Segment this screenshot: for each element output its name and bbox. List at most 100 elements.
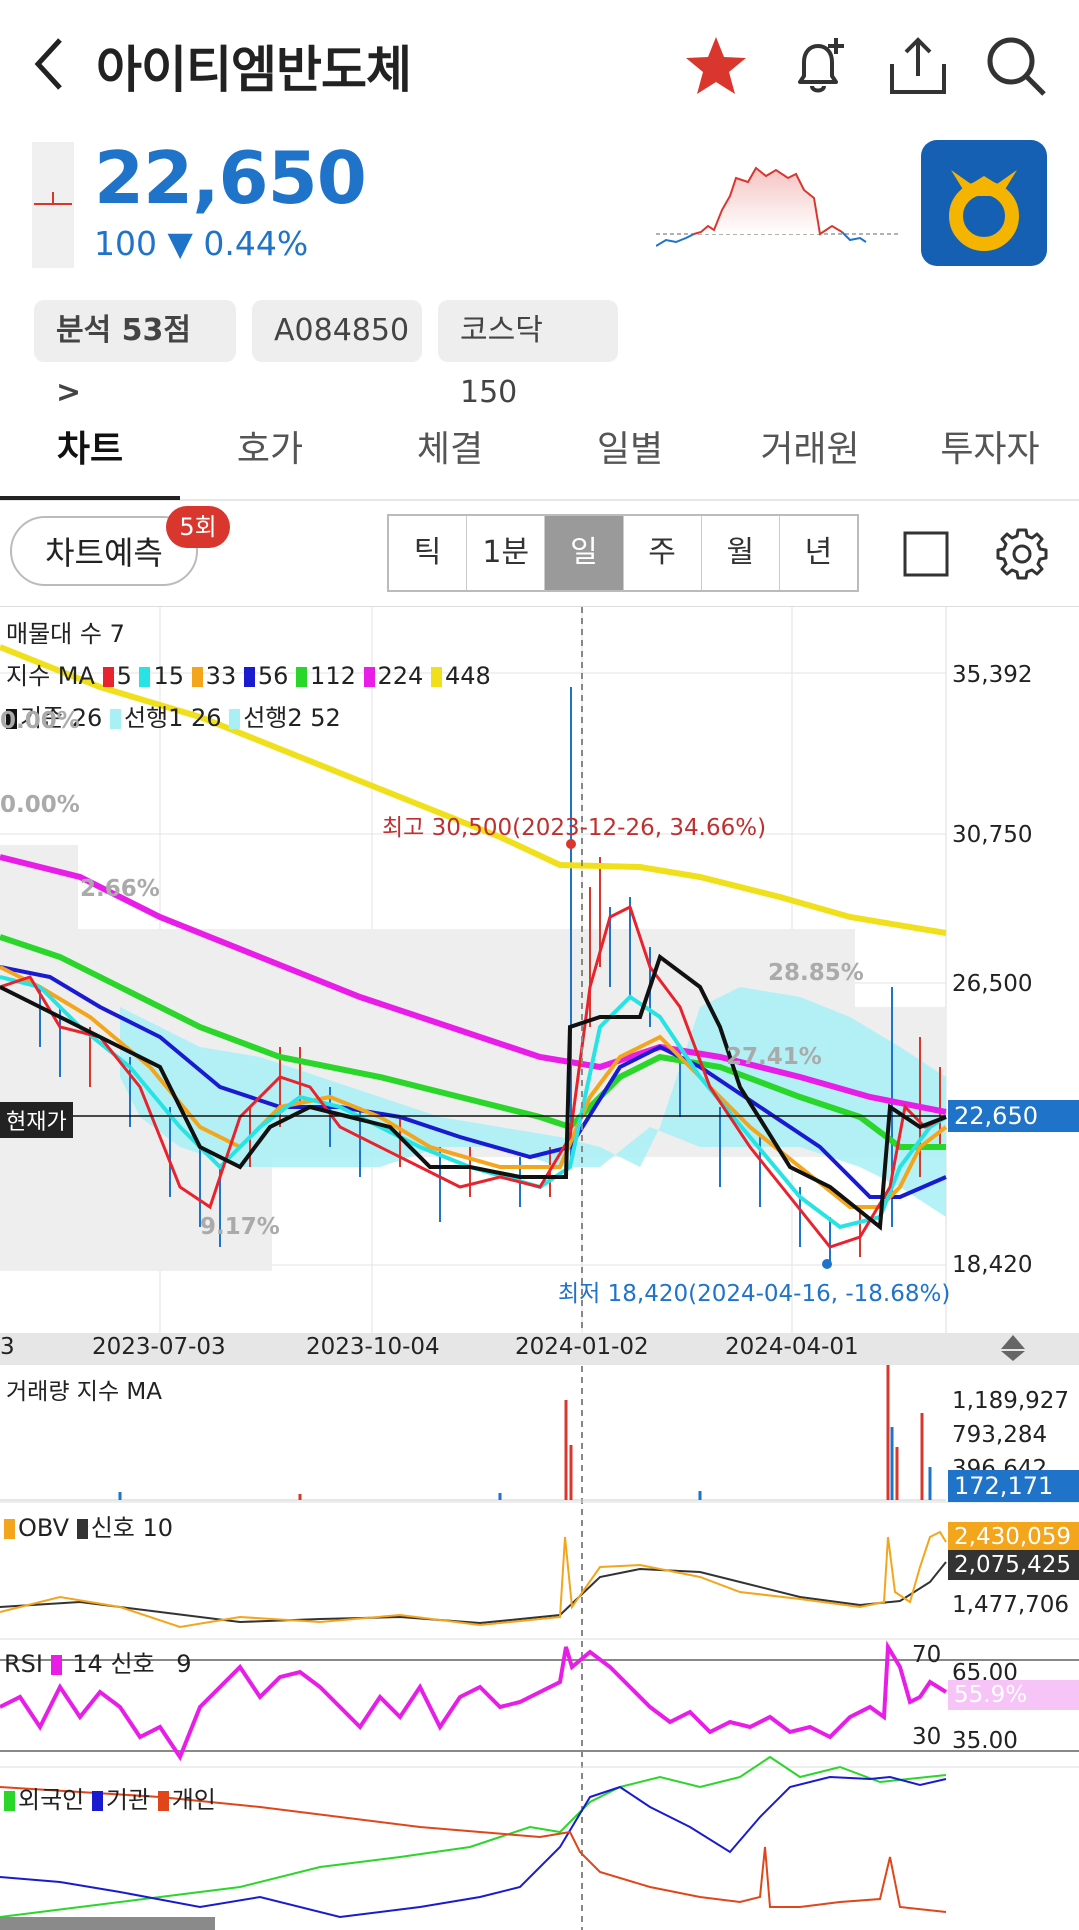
foreign-swatch [4,1791,15,1811]
obv-tick: 1,477,706 [952,1592,1070,1618]
intraday-sparkline [656,166,901,247]
obv-signal-tag: 2,075,425 [948,1550,1079,1580]
ma-112-swatch [296,667,308,687]
ma-legend[interactable]: 지수 MA 5 15 33 56 112 224 448 [6,656,491,691]
change-percent: ▼ 0.44% [167,224,309,263]
ma-56-label: 56 [257,662,289,690]
current-price-tag: 현재가 [0,1102,73,1138]
predict-count-badge: 5회 [166,506,230,548]
obv-signal-label: 신호 10 [90,1514,174,1542]
ma-15-swatch [139,667,151,687]
x-tick-4: 2024-04-01 [725,1334,859,1360]
period-day[interactable]: 일 [545,516,624,590]
scrollbar-thumb[interactable] [0,1917,215,1930]
change-value: 100 [94,224,157,263]
vp-label-6: 9.17% [200,1214,280,1240]
volume-profile-label: 매물대 수 7 [6,620,125,648]
y-tick-3: 26,500 [952,971,1033,997]
add-alert-bell-icon[interactable] [786,34,850,98]
settings-gear-icon[interactable] [994,526,1050,582]
obv-legend: OBV 신호 10 [4,1508,173,1543]
high-annotation: 최고 30,500(2023-12-26, 34.66%) [382,815,767,841]
search-icon[interactable] [984,34,1048,98]
obv-signal-swatch [76,1519,88,1539]
span2-swatch [229,709,241,729]
y-tick-2: 30,750 [952,822,1033,848]
span2-label: 선행2 52 [243,704,341,732]
ma-224-label: 224 [377,662,424,690]
institution-swatch [91,1791,103,1811]
ma-33-label: 33 [205,662,237,690]
index-chip[interactable]: 코스닥150 [438,300,618,410]
tab-brokers[interactable]: 거래원 [740,420,880,472]
period-year[interactable]: 년 [780,516,857,590]
foreign-label: 외국인 [18,1786,85,1814]
ma-33-swatch [191,667,203,687]
rsi-signal-period: 9 [176,1650,192,1678]
ma-5-swatch [102,667,114,687]
vp-label-1: 0.00% [0,708,80,734]
tab-orderbook[interactable]: 호가 [200,420,340,472]
rsi-swatch [50,1655,62,1675]
ma-56-swatch [243,667,255,687]
company-logo [921,140,1047,266]
share-icon[interactable] [886,34,950,98]
fullscreen-square-icon[interactable] [902,530,950,578]
ma-5-label: 5 [116,662,132,690]
obv-swatch [4,1519,15,1539]
rsi-level-70: 70 [912,1642,942,1668]
vp-label-3: 2.66% [80,876,160,902]
obv-current-tag: 2,430,059 [948,1522,1079,1552]
rsi-level-30: 30 [912,1724,942,1750]
page-title: 아이티엠반도체 [96,41,412,99]
obv-label: OBV [18,1514,70,1542]
investor-legend: 외국인 기관 개인 [4,1780,216,1815]
obv-line [0,1530,947,1629]
volume-tick-2: 793,284 [952,1422,1048,1448]
span1-label: 선행1 26 [123,704,222,732]
analysis-score-chip[interactable]: 분석 53점 > [34,300,236,410]
vp-label-2: 0.00% [0,792,80,818]
individual-label: 개인 [171,1786,216,1814]
rsi-legend: RSI 14 신호 9 [4,1644,192,1679]
y-tick-1: 35,392 [952,662,1033,688]
tab-investors[interactable]: 투자자 [920,420,1060,472]
period-selector[interactable]: 틱 1분 일 주 월 년 [387,514,859,592]
x-tick-2: 2023-10-04 [306,1334,440,1360]
tab-chart[interactable]: 차트 [20,420,160,472]
rsi-signal-label: 14 신호 [72,1650,155,1678]
period-1min[interactable]: 1분 [467,516,546,590]
tab-daily[interactable]: 일별 [560,420,700,472]
price-change: 100 ▼ 0.44% [94,224,308,263]
day-range-candle-icon [32,142,74,268]
x-tick-1: 2023-07-03 [92,1334,226,1360]
ma-112-label: 112 [310,662,356,690]
current-price-axis-tag: 22,650 [948,1100,1079,1132]
institution-label: 기관 [105,1786,151,1814]
period-week[interactable]: 주 [624,516,702,590]
company-logo-icon [949,170,1019,251]
x-tick-0: 3 [0,1334,15,1360]
vp-label-4: 28.85% [768,960,864,986]
low-annotation: 최저 18,420(2024-04-16, -18.68%) [558,1281,951,1307]
rsi-label: RSI [4,1650,43,1678]
x-tick-3: 2024-01-02 [515,1334,649,1360]
period-month[interactable]: 월 [702,516,780,590]
favorite-star-icon[interactable] [684,34,748,98]
ma-448-swatch [430,667,442,687]
volume-current-tag: 172,171 [948,1470,1079,1502]
ma-448-label: 448 [444,662,491,690]
span1-swatch [109,709,121,729]
tab-active-indicator [0,496,180,500]
rsi-tick-3: 35.00 [952,1728,1018,1754]
current-price: 22,650 [94,136,367,220]
vp-label-5: 27.41% [726,1044,822,1070]
ma-224-swatch [363,667,375,687]
ma-15-label: 15 [153,662,185,690]
period-tick[interactable]: 틱 [389,516,468,590]
rsi-current-tag: 55.9% [948,1680,1079,1710]
y-tick-5: 18,420 [952,1252,1033,1278]
stock-code-chip: A084850 [252,300,422,362]
tab-trades[interactable]: 체결 [380,420,520,472]
back-arrow-icon[interactable] [30,34,70,94]
